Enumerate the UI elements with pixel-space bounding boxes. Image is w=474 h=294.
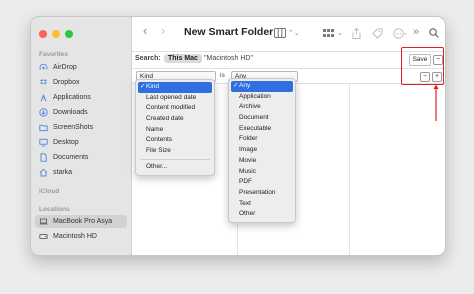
- minimize-button[interactable]: [52, 30, 60, 38]
- sidebar: Favorites AirDrop Dropbox Applications D…: [31, 17, 132, 255]
- icloud-header: iCloud: [39, 188, 60, 195]
- group-icon[interactable]: [323, 28, 334, 42]
- back-button[interactable]: ‹: [143, 24, 147, 37]
- attribute-menu: ✓ Kind Last opened date Content modified …: [135, 79, 215, 176]
- kind-menu-item[interactable]: ✓ Any: [231, 81, 293, 92]
- window-controls: [39, 30, 73, 38]
- sidebar-item-applications[interactable]: Applications: [35, 91, 127, 104]
- sidebar-item-airdrop[interactable]: AirDrop: [35, 61, 127, 74]
- operator-label: is: [220, 72, 225, 79]
- attribute-menu-item[interactable]: Contents: [136, 135, 214, 146]
- disk-icon: [39, 232, 48, 241]
- sidebar-item-label: Macintosh HD: [53, 233, 97, 240]
- sidebar-item-label: Documents: [53, 154, 89, 161]
- group-chevron-icon[interactable]: ⌄: [337, 28, 343, 40]
- kind-menu-item[interactable]: Folder: [229, 134, 295, 145]
- window-title: New Smart Folder: [184, 26, 274, 38]
- sidebar-item-desktop[interactable]: Desktop: [35, 136, 127, 149]
- zoom-button[interactable]: [65, 30, 73, 38]
- kind-menu-item[interactable]: Presentation: [229, 188, 295, 199]
- kind-menu-item[interactable]: Music: [229, 167, 295, 178]
- kind-menu-item[interactable]: Text: [229, 199, 295, 210]
- finder-window: Favorites AirDrop Dropbox Applications D…: [30, 16, 446, 256]
- view-chevron-icon[interactable]: ⌃⌄: [288, 28, 300, 40]
- sidebar-item-label: ScreenShots: [53, 124, 94, 131]
- downloads-icon: [39, 108, 48, 117]
- sidebar-item-label: AirDrop: [53, 64, 77, 71]
- scope-this-mac-button[interactable]: This Mac: [164, 54, 202, 63]
- share-icon[interactable]: [352, 27, 361, 43]
- locations-header: Locations: [39, 206, 70, 213]
- sidebar-item-label: Applications: [53, 94, 91, 101]
- sidebar-item-documents[interactable]: Documents: [35, 151, 127, 164]
- checkmark-icon: ✓: [233, 82, 239, 89]
- search-label: Search:: [135, 55, 161, 62]
- kind-menu-item[interactable]: Image: [229, 145, 295, 156]
- sidebar-item-downloads[interactable]: Downloads: [35, 106, 127, 119]
- sidebar-item-label: Desktop: [53, 139, 79, 146]
- attribute-menu-item[interactable]: Other...: [136, 162, 214, 173]
- attribute-menu-item[interactable]: Content modified: [136, 103, 214, 114]
- annotation-arrow-icon: [433, 84, 439, 121]
- checkmark-icon: ✓: [140, 83, 146, 90]
- attribute-menu-item[interactable]: Created date: [136, 114, 214, 125]
- desktop-icon: [39, 138, 48, 147]
- kind-menu: ✓ Any Application Archive Document Execut…: [228, 78, 296, 223]
- documents-icon: [39, 153, 48, 162]
- sidebar-item-starka[interactable]: starka: [35, 166, 127, 179]
- kind-menu-item[interactable]: PDF: [229, 177, 295, 188]
- attribute-menu-item[interactable]: ✓ Kind: [138, 82, 212, 93]
- sidebar-item-screenshots[interactable]: ScreenShots: [35, 121, 127, 134]
- forward-button[interactable]: ›: [161, 24, 165, 37]
- attribute-menu-item[interactable]: File Size: [136, 146, 214, 157]
- favorites-header: Favorites: [39, 51, 68, 58]
- kind-menu-item[interactable]: Executable: [229, 124, 295, 135]
- sidebar-item-macbook-pro[interactable]: MacBook Pro Asya: [35, 215, 127, 228]
- tag-icon[interactable]: [372, 28, 383, 43]
- kind-menu-item[interactable]: Other: [229, 209, 295, 220]
- toolbar: ‹ › New Smart Folder ⌃⌄ ⌄ »: [132, 17, 445, 51]
- annotation-highlight-box: [401, 47, 444, 85]
- close-button[interactable]: [39, 30, 47, 38]
- sidebar-item-macintosh-hd[interactable]: Macintosh HD: [35, 230, 127, 243]
- attribute-menu-item[interactable]: Last opened date: [136, 93, 214, 104]
- kind-menu-item[interactable]: Archive: [229, 102, 295, 113]
- sidebar-item-label: Dropbox: [53, 79, 80, 86]
- laptop-icon: [39, 217, 48, 226]
- kind-menu-item[interactable]: Document: [229, 113, 295, 124]
- action-icon[interactable]: [393, 28, 407, 43]
- column-divider: [349, 83, 350, 255]
- folder-icon: [39, 123, 48, 132]
- kind-menu-item[interactable]: Movie: [229, 156, 295, 167]
- attribute-menu-item[interactable]: Name: [136, 125, 214, 136]
- search-icon[interactable]: [429, 28, 439, 42]
- sidebar-item-label: MacBook Pro Asya: [53, 218, 113, 225]
- sidebar-item-label: starka: [53, 169, 73, 176]
- more-toolbar-icon[interactable]: »: [413, 26, 419, 38]
- scope-macintosh-hd-button[interactable]: "Macintosh HD": [204, 55, 253, 62]
- sidebar-item-dropbox[interactable]: Dropbox: [35, 76, 127, 89]
- menu-separator: [140, 158, 210, 160]
- sidebar-item-label: Downloads: [53, 109, 88, 116]
- dropbox-icon: [39, 78, 48, 87]
- view-columns-icon[interactable]: [274, 28, 286, 42]
- home-icon: [39, 168, 48, 177]
- applications-icon: [39, 93, 48, 102]
- kind-menu-item[interactable]: Application: [229, 92, 295, 103]
- search-scope-bar: Search: This Mac "Macintosh HD" Save −: [132, 51, 445, 68]
- airdrop-icon: [39, 63, 48, 72]
